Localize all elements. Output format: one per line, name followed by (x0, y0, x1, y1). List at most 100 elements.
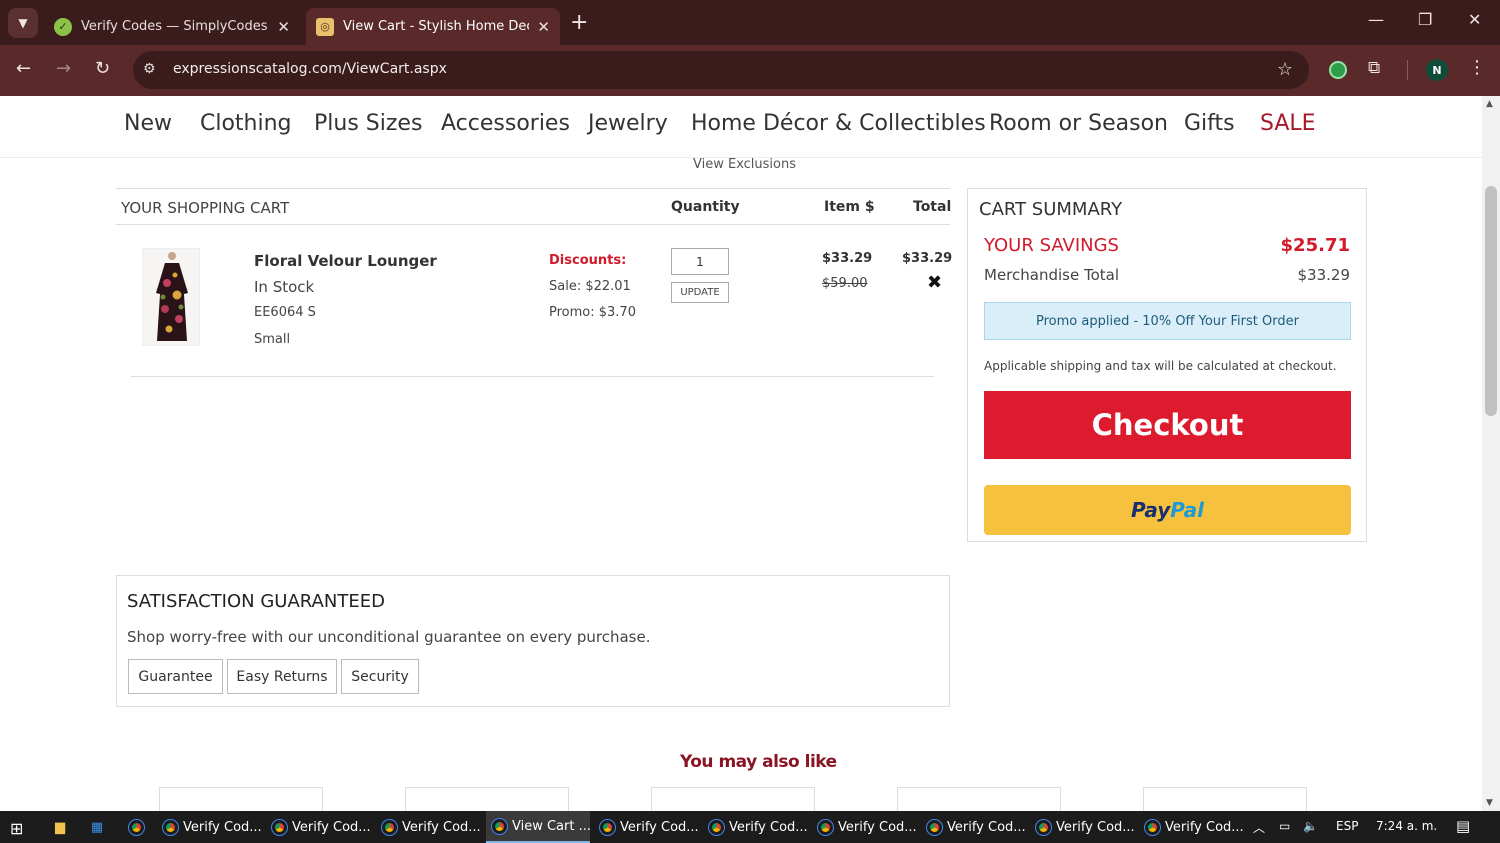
shipping-note: Applicable shipping and tax will be calc… (984, 359, 1337, 373)
nav-jewelry[interactable]: Jewelry (588, 111, 668, 136)
chrome-icon (162, 818, 179, 836)
update-quantity-button[interactable]: UPDATE (671, 282, 729, 303)
quantity-input[interactable] (671, 248, 729, 275)
cart-title: YOUR SHOPPING CART (121, 199, 290, 217)
restore-icon[interactable]: ❐ (1418, 10, 1432, 29)
bookmark-star-icon[interactable]: ☆ (1277, 59, 1293, 80)
taskbar-window[interactable]: Verify Cod... (376, 811, 480, 843)
checkout-button[interactable]: Checkout (984, 391, 1351, 459)
floral-dress-image (143, 249, 199, 345)
url-text[interactable]: expressionscatalog.com/ViewCart.aspx (173, 61, 447, 77)
recommendation-card[interactable] (159, 787, 323, 811)
paypal-button[interactable]: Pay Pal (984, 485, 1351, 535)
network-icon[interactable]: ▭ (1279, 819, 1290, 833)
task-label: Verify Cod... (838, 819, 916, 835)
product-thumbnail[interactable] (142, 248, 200, 346)
taskbar-window-active[interactable]: View Cart ... (486, 811, 590, 843)
window-close-icon[interactable]: ✕ (1468, 10, 1481, 29)
nav-home-decor[interactable]: Home Décor & Collectibles (691, 111, 986, 136)
nav-plus-sizes[interactable]: Plus Sizes (314, 111, 422, 136)
task-label: Verify Cod... (1056, 819, 1134, 835)
nav-new[interactable]: New (124, 111, 172, 136)
line-total: $33.29 (902, 251, 953, 266)
close-tab-icon[interactable]: ✕ (277, 18, 290, 36)
taskbar-window[interactable]: Verify Cod... (157, 811, 261, 843)
nav-clothing[interactable]: Clothing (200, 111, 292, 136)
back-arrow-icon[interactable]: ← (16, 58, 31, 79)
tray-chevron-up-icon[interactable]: ︿ (1253, 819, 1265, 836)
remove-item-x-icon[interactable]: ✖ (927, 272, 942, 293)
windows-taskbar: ⊞ ▆ ▦ Verify Cod... Verify Cod... Verify… (0, 811, 1500, 843)
reload-icon[interactable]: ↻ (95, 58, 110, 79)
savings-value: $25.71 (1280, 235, 1350, 256)
paypal-logo-pal: Pal (1170, 498, 1205, 522)
close-tab-icon[interactable]: ✕ (537, 18, 550, 36)
column-item-price: Item $ (824, 199, 875, 215)
minimize-icon[interactable]: — (1368, 10, 1384, 29)
store-icon[interactable]: ▦ (87, 817, 107, 837)
extensions-puzzle-icon[interactable]: ⧉ (1368, 58, 1380, 78)
scroll-down-arrow-icon[interactable]: ▼ (1486, 798, 1493, 808)
browser-tab-simplycodes[interactable]: ✓ Verify Codes — SimplyCodes ✕ (44, 8, 300, 45)
forward-arrow-icon[interactable]: → (56, 58, 71, 79)
taskbar-window[interactable]: Verify Cod... (266, 811, 370, 843)
chrome-icon (381, 818, 398, 836)
menu-kebab-icon[interactable]: ⋮ (1468, 57, 1486, 78)
windows-start-icon[interactable]: ⊞ (10, 819, 23, 838)
tab-guarantee[interactable]: Guarantee (128, 659, 223, 694)
new-tab-plus-icon[interactable]: + (570, 10, 588, 36)
taskbar-window[interactable]: Verify Cod... (921, 811, 1025, 843)
tab-easy-returns[interactable]: Easy Returns (227, 659, 337, 694)
chrome-icon (1035, 818, 1052, 836)
product-name-link[interactable]: Floral Velour Lounger (254, 252, 437, 270)
notifications-icon[interactable]: ▤ (1456, 817, 1470, 835)
browser-tabbar: ▼ ✓ Verify Codes — SimplyCodes ✕ ◎ View … (0, 0, 1500, 45)
toolbar-divider (1407, 60, 1408, 80)
browser-tab-view-cart[interactable]: ◎ View Cart - Stylish Home Decor ✕ (306, 8, 560, 45)
nav-room-or-season[interactable]: Room or Season (989, 111, 1168, 136)
chrome-icon (599, 818, 616, 836)
nav-gifts[interactable]: Gifts (1184, 111, 1235, 136)
nav-sale[interactable]: SALE (1260, 111, 1316, 136)
stock-status: In Stock (254, 278, 315, 296)
item-price: $33.29 (822, 251, 873, 266)
merchandise-total-label: Merchandise Total (984, 266, 1119, 284)
scroll-up-arrow-icon[interactable]: ▲ (1486, 99, 1493, 109)
profile-avatar[interactable]: N (1426, 59, 1448, 81)
page-scrollbar[interactable]: ▲ ▼ (1482, 96, 1500, 811)
view-exclusions-link[interactable]: View Exclusions (693, 157, 796, 172)
taskbar-window[interactable]: Verify Cod... (1030, 811, 1134, 843)
satisfaction-guarantee-box: SATISFACTION GUARANTEED Shop worry-free … (116, 575, 950, 707)
tab-title: Verify Codes — SimplyCodes (81, 19, 268, 34)
guarantee-text: Shop worry-free with our unconditional g… (127, 628, 651, 646)
address-bar[interactable]: ⚙ expressionscatalog.com/ViewCart.aspx ☆ (133, 51, 1309, 89)
row-divider (131, 376, 934, 377)
nav-accessories[interactable]: Accessories (441, 111, 570, 136)
discounts-label: Discounts: (549, 253, 627, 268)
volume-icon[interactable]: 🔈 (1303, 819, 1318, 833)
recommendation-card[interactable] (897, 787, 1061, 811)
recommendation-card[interactable] (651, 787, 815, 811)
scrollbar-thumb[interactable] (1485, 186, 1497, 416)
tab-search-chevron-icon[interactable]: ▼ (8, 8, 38, 38)
clock[interactable]: 7:24 a. m. (1376, 819, 1437, 833)
promo-applied-banner: Promo applied - 10% Off Your First Order (984, 302, 1351, 340)
savings-label: YOUR SAVINGS (984, 235, 1119, 256)
taskbar-window[interactable]: Verify Cod... (1139, 811, 1243, 843)
tab-title: View Cart - Stylish Home Decor (343, 19, 530, 34)
input-language[interactable]: ESP (1336, 819, 1358, 833)
column-total: Total (913, 199, 952, 215)
chrome-pinned-icon[interactable] (126, 817, 146, 837)
tab-security[interactable]: Security (341, 659, 419, 694)
taskbar-window[interactable]: Verify Cod... (812, 811, 916, 843)
task-label: Verify Cod... (292, 819, 370, 835)
product-size: Small (254, 332, 291, 347)
recommendation-card[interactable] (405, 787, 569, 811)
taskbar-window[interactable]: Verify Cod... (703, 811, 807, 843)
extension-icon[interactable] (1329, 61, 1347, 79)
chrome-icon (271, 818, 288, 836)
taskbar-window[interactable]: Verify Cod... (594, 811, 698, 843)
site-settings-icon[interactable]: ⚙ (143, 61, 156, 77)
file-explorer-icon[interactable]: ▆ (50, 817, 70, 837)
recommendation-card[interactable] (1143, 787, 1307, 811)
